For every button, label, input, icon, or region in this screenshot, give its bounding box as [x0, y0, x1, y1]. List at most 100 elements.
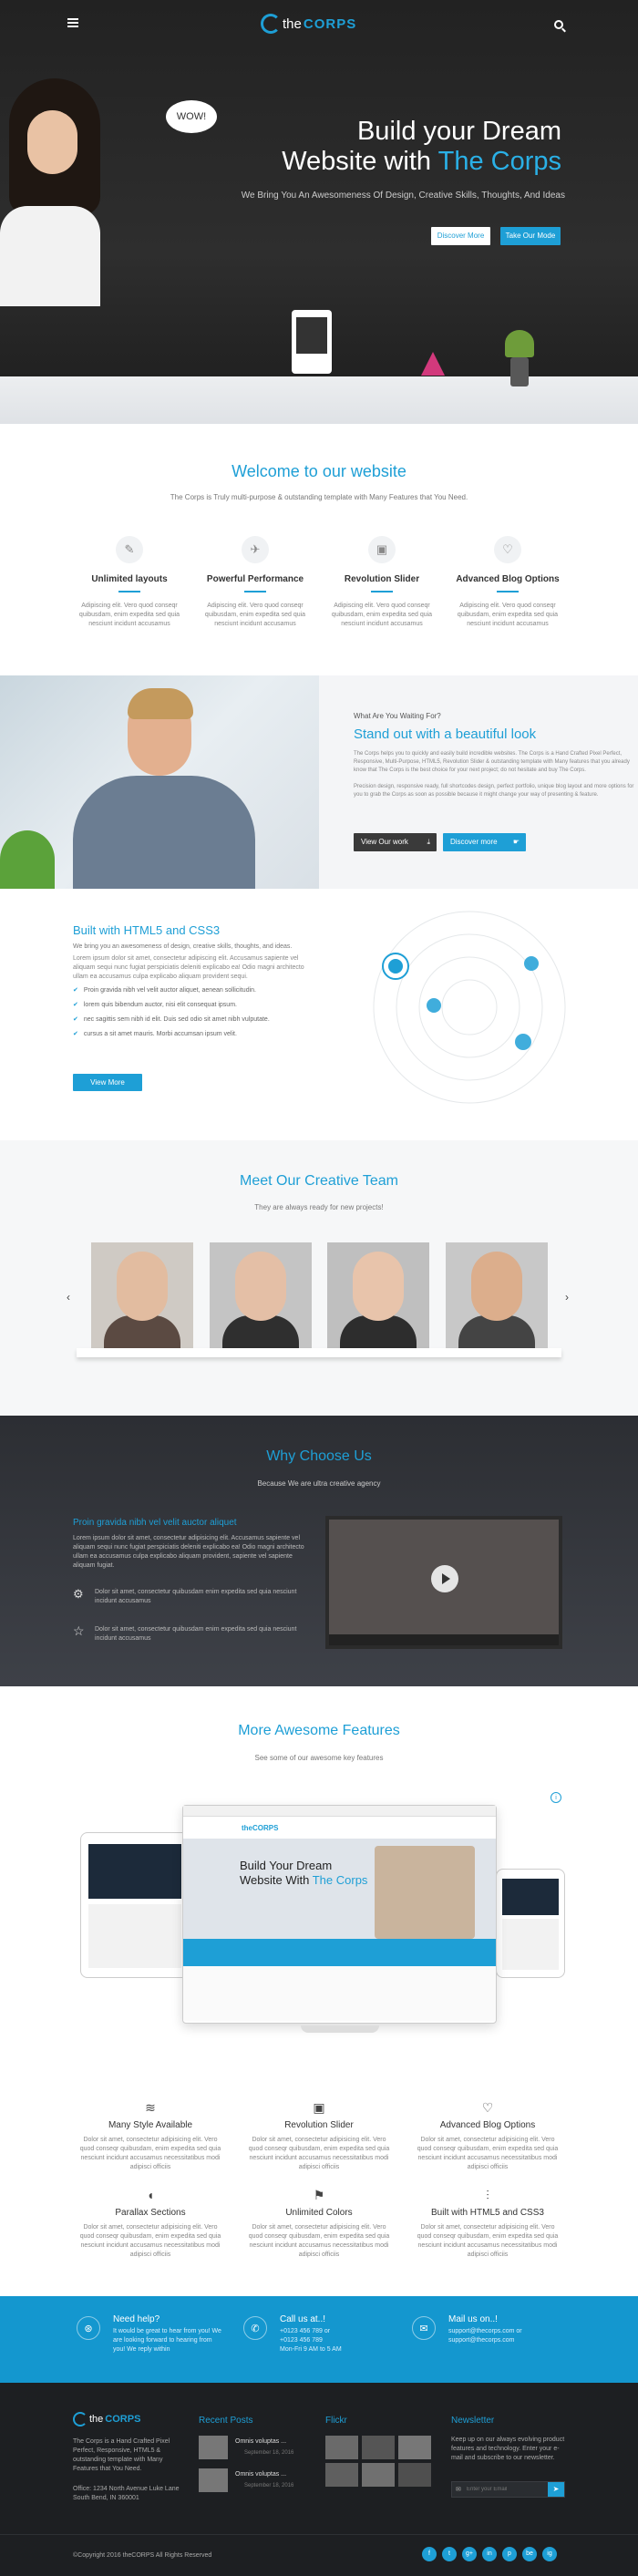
download-icon: ⤓	[427, 838, 430, 846]
flickr-thumb[interactable]	[362, 2436, 395, 2459]
check-icon: ✔	[73, 986, 78, 994]
lifebuoy-icon: ⊛	[77, 2316, 100, 2340]
why-subtitle: Because We are ultra creative agency	[257, 1479, 381, 1488]
flickr-thumb[interactable]	[325, 2463, 358, 2487]
standout-section: What Are You Waiting For? Stand out with…	[0, 675, 638, 889]
post-date: September 18, 2016	[244, 2450, 294, 2456]
view-more-button[interactable]: View More	[73, 1074, 142, 1091]
info-icon[interactable]: i	[551, 1792, 561, 1803]
hamburger-menu-icon[interactable]	[67, 18, 78, 27]
feature-parallax: ◖ Parallax Sections Dolor sit amet, cons…	[77, 2188, 223, 2260]
footer-divider	[0, 2534, 638, 2535]
contact-band: ⊛ Need help? It would be great to hear f…	[0, 2296, 638, 2383]
why-point-2: Dolor sit amet, consectetur quibusdam en…	[95, 1626, 297, 1642]
monitor-mockup: theCORPS Build Your Dream Website With T…	[182, 1805, 497, 2024]
feature-advanced-blog-2: ♡ Advanced Blog Options Dolor sit amet, …	[415, 2100, 561, 2172]
html5-section: Built with HTML5 and CSS3 We bring you a…	[0, 889, 638, 1140]
image-icon: ▣	[313, 2100, 325, 2115]
awesome-title: More Awesome Features	[238, 1723, 400, 1738]
take-tour-button[interactable]: Take Our Mode	[500, 227, 561, 245]
heart-icon: ♡	[481, 2100, 494, 2115]
logo-mark-icon	[261, 14, 281, 34]
pyramid-decoration	[421, 352, 445, 376]
flag-icon: ⚑	[313, 2188, 325, 2202]
check-icon: ✔	[73, 1001, 78, 1008]
newsletter-title: Newsletter	[451, 2416, 495, 2426]
play-icon[interactable]	[431, 1565, 458, 1592]
instagram-icon[interactable]: ig	[542, 2547, 557, 2561]
html5-title: Built with HTML5 and CSS3	[73, 923, 221, 937]
team-member-photo[interactable]	[91, 1242, 193, 1349]
welcome-subtitle: The Corps is Truly multi-purpose & outst…	[170, 493, 468, 501]
footer-logo[interactable]: the CORPS	[73, 2412, 140, 2427]
monitor-logo: theCORPS	[242, 1824, 279, 1832]
behance-icon[interactable]: be	[522, 2547, 537, 2561]
chevron-left-icon[interactable]: ‹	[67, 1291, 70, 1303]
copyright: ©Copyright 2016 theCORPS All Rights Rese…	[73, 2552, 212, 2559]
phone-mockup	[496, 1869, 565, 1978]
video-player[interactable]	[325, 1516, 562, 1649]
hand-icon: ☛	[512, 838, 520, 846]
feather-icon: ✎	[116, 536, 143, 563]
discover-more-button[interactable]: Discover More	[431, 227, 490, 245]
orbit-graphic	[373, 911, 566, 1104]
team-section: Meet Our Creative Team They are always r…	[0, 1140, 638, 1416]
chevron-right-icon[interactable]: ›	[565, 1291, 569, 1303]
sliders-icon: ⚙	[73, 1587, 84, 1601]
google-plus-icon[interactable]: g+	[462, 2547, 477, 2561]
why-point-1: Dolor sit amet, consectetur quibusdam en…	[95, 1589, 297, 1604]
mouse-icon: ◖	[146, 2188, 155, 2202]
welcome-title: Welcome to our website	[232, 462, 406, 480]
team-member-photo[interactable]	[210, 1242, 312, 1349]
logo-mark-icon	[73, 2412, 87, 2427]
standout-paragraph-1: The Corps helps you to quickly and easil…	[354, 751, 630, 773]
plant-image	[503, 330, 536, 390]
list-item: ✔ nec sagittis sem nibh id elit. Duis sed…	[73, 1015, 270, 1023]
post-title[interactable]: Omnis voluptas ...	[235, 2470, 286, 2479]
feature-powerful-performance: ✈ Powerful Performance Adipiscing elit. …	[196, 536, 314, 629]
why-title: Why Choose Us	[266, 1448, 372, 1464]
list-item: ✔ cursus a sit amet mauris. Morbi accumsa…	[73, 1030, 237, 1037]
pinterest-icon[interactable]: p	[502, 2547, 517, 2561]
why-choose-us-section: Why Choose Us Because We are ultra creat…	[0, 1416, 638, 1686]
post-thumbnail[interactable]	[199, 2436, 228, 2459]
team-title: Meet Our Creative Team	[240, 1173, 398, 1189]
html5-paragraph: Lorem ipsum dolor sit amet, consectetur …	[73, 955, 304, 980]
feature-advanced-blog: ♡ Advanced Blog Options Adipiscing elit.…	[448, 536, 567, 629]
tablet-image	[292, 310, 332, 374]
video-controls[interactable]	[329, 1634, 559, 1645]
recent-posts-title: Recent Posts	[199, 2416, 253, 2426]
email-input[interactable]	[467, 2484, 540, 2495]
search-icon[interactable]	[554, 20, 563, 29]
linkedin-icon[interactable]: in	[482, 2547, 497, 2561]
html5-list: ✔ Proin gravida nibh vel velit auctor ali…	[73, 983, 328, 1041]
logo-name: CORPS	[303, 15, 357, 32]
feature-unlimited-layouts: ✎ Unlimited layouts Adipiscing elit. Ver…	[70, 536, 189, 629]
team-member-photo[interactable]	[446, 1242, 548, 1349]
thought-bubble: WOW!	[166, 100, 217, 133]
flickr-thumb[interactable]	[398, 2463, 431, 2487]
standout-title: Stand out with a beautiful look	[354, 726, 537, 742]
twitter-icon[interactable]: t	[442, 2547, 457, 2561]
site-logo[interactable]: the CORPS	[261, 12, 356, 36]
team-member-photo[interactable]	[327, 1242, 429, 1349]
flickr-thumb[interactable]	[325, 2436, 358, 2459]
facebook-icon[interactable]: f	[422, 2547, 437, 2561]
post-title[interactable]: Omnis voluptas ...	[235, 2437, 286, 2447]
footer-about: The Corps is a Hand Crafted Pixel Perfec…	[73, 2438, 170, 2472]
why-lead: Proin gravida nibh vel velit auctor aliq…	[73, 1518, 237, 1528]
image-icon: ▣	[368, 536, 396, 563]
view-our-work-button[interactable]: View Our work ⤓	[354, 833, 437, 851]
flickr-thumb[interactable]	[362, 2463, 395, 2487]
monitor-hero-text: Build Your Dream Website With The Corps	[240, 1859, 368, 1887]
star-icon: ☆	[73, 1623, 85, 1638]
post-thumbnail[interactable]	[199, 2468, 228, 2492]
flickr-thumb[interactable]	[398, 2436, 431, 2459]
send-icon[interactable]: ➤	[548, 2482, 564, 2497]
hero-subtitle: We Bring You An Awesomeness Of Design, C…	[241, 191, 565, 201]
check-icon: ✔	[73, 1015, 78, 1023]
post-date: September 18, 2016	[244, 2483, 294, 2488]
list-item: ✔ lorem quis bibendum auctor, nisi elit c…	[73, 1001, 237, 1008]
feature-html5-css3: ⫶ Built with HTML5 and CSS3 Dolor sit am…	[415, 2188, 561, 2260]
discover-more-button-2[interactable]: Discover more ☛	[443, 833, 526, 851]
